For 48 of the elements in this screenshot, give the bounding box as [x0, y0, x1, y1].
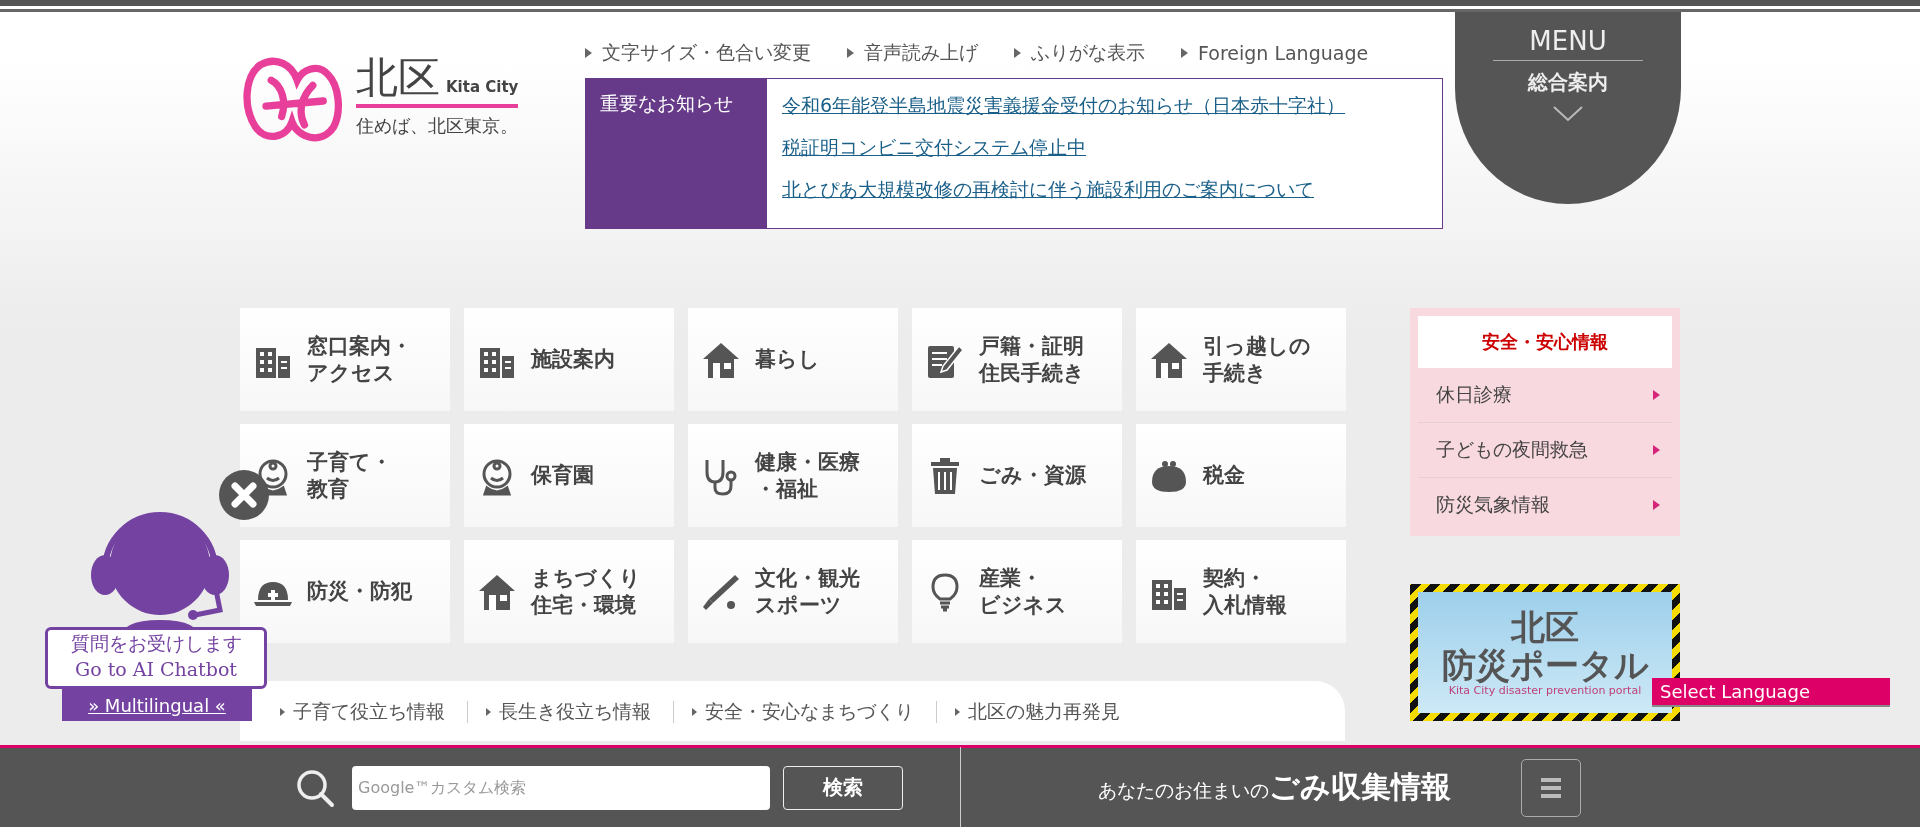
- category-tile[interactable]: まちづくり 住宅・環境: [464, 540, 674, 643]
- safety-title: 安全・安心情報: [1418, 316, 1672, 368]
- info-tab[interactable]: 子育て役立ち情報: [280, 701, 468, 723]
- chatbot-prompt: 質問をお受けします: [70, 631, 242, 656]
- slogan: 住めば、北区東京。: [356, 114, 519, 138]
- menu-icon: [1539, 776, 1563, 799]
- search-field[interactable]: Google™カスタム検索: [352, 765, 770, 810]
- search-icon: [295, 767, 335, 808]
- city-name-english: Kita City: [446, 78, 519, 98]
- search-button[interactable]: 検索: [783, 765, 903, 810]
- menu-button[interactable]: MENU 総合案内: [1455, 12, 1681, 204]
- category-tile[interactable]: 子育て・ 教育: [240, 424, 450, 527]
- category-tile[interactable]: 防災・防犯: [240, 540, 450, 643]
- safety-link[interactable]: 休日診療: [1418, 368, 1672, 423]
- category-tile[interactable]: 契約・ 入札情報: [1136, 540, 1346, 643]
- safety-link[interactable]: 防災気象情報: [1418, 478, 1672, 532]
- notice-link[interactable]: 北とぴあ大規模改修の再検討に伴う施設利用のご案内について: [782, 175, 1346, 204]
- category-tile[interactable]: 引っ越しの 手続き: [1136, 308, 1346, 411]
- garbage-info-link[interactable]: あなたのお住まいの ごみ収集情報: [1098, 767, 1451, 808]
- select-language-button[interactable]: Select Language: [1652, 678, 1890, 707]
- utility-link[interactable]: Foreign Language: [1181, 40, 1369, 66]
- category-tile[interactable]: 保育園: [464, 424, 674, 527]
- category-tile[interactable]: 暮らし: [688, 308, 898, 411]
- category-tile[interactable]: 税金: [1136, 424, 1346, 527]
- chatbot-card[interactable]: 質問をお受けします Go to AI Chatbot: [45, 627, 267, 689]
- close-icon[interactable]: [219, 470, 269, 520]
- notice-heading: 重要なお知らせ: [600, 92, 733, 114]
- category-tile[interactable]: 文化・観光 スポーツ: [688, 540, 898, 643]
- city-name: 北区: [356, 54, 440, 102]
- category-tile[interactable]: 戸籍・証明 住民手続き: [912, 308, 1122, 411]
- safety-link[interactable]: 子どもの夜間救急: [1418, 423, 1672, 478]
- info-tab[interactable]: 長生き役立ち情報: [486, 701, 674, 723]
- category-tile[interactable]: ごみ・資源: [912, 424, 1122, 527]
- notice-link[interactable]: 令和6年能登半島地震災害義援金受付のお知らせ（日本赤十字社）: [782, 91, 1346, 120]
- notice-link[interactable]: 税証明コンビニ交付システム停止中: [782, 133, 1346, 162]
- chatbot-title: Go to AI Chatbot: [75, 657, 237, 682]
- menu-button[interactable]: [1521, 758, 1581, 817]
- category-tile[interactable]: 産業・ ビジネス: [912, 540, 1122, 643]
- category-tile[interactable]: 施設案内: [464, 308, 674, 411]
- info-tab[interactable]: 北区の魅力再発見: [955, 701, 1142, 723]
- chevron-down-icon: [1553, 106, 1583, 122]
- category-tile[interactable]: 窓口案内・ アクセス: [240, 308, 450, 411]
- category-tile[interactable]: 健康・医療 ・福祉: [688, 424, 898, 527]
- utility-link[interactable]: ふりがな表示: [1014, 40, 1145, 66]
- info-tab[interactable]: 安全・安心なまちづくり: [692, 701, 937, 723]
- utility-link[interactable]: 音声読み上げ: [847, 40, 978, 66]
- multilingual-link[interactable]: » Multilingual «: [62, 689, 252, 721]
- utility-link[interactable]: 文字サイズ・色合い変更: [585, 40, 811, 66]
